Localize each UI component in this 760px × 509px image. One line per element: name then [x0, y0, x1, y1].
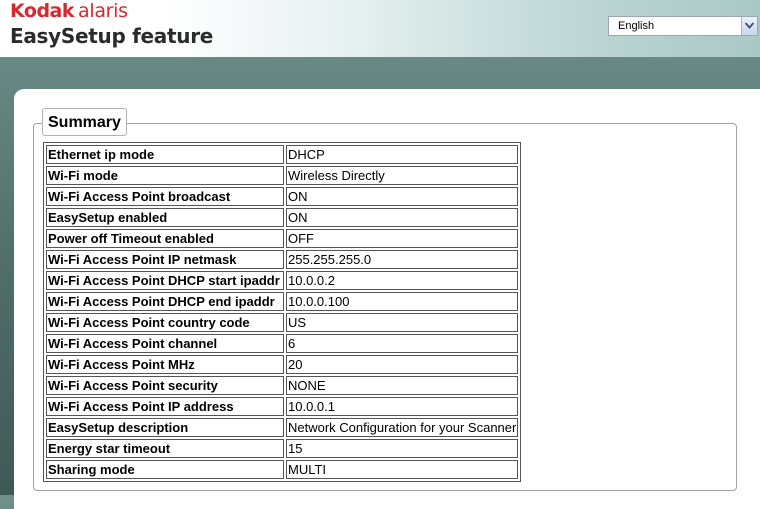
summary-key: Ethernet ip mode: [46, 145, 284, 164]
language-dropdown-button[interactable]: [741, 17, 757, 35]
summary-row: Sharing mode MULTI: [46, 460, 519, 479]
summary-value: NONE: [286, 376, 519, 395]
kodak-alaris-logo: Kodak alaris: [10, 2, 128, 21]
summary-key: Wi-Fi Access Point MHz: [46, 355, 284, 374]
summary-key: Wi-Fi mode: [46, 166, 284, 185]
logo-kodak-text: Kodak: [10, 0, 75, 22]
summary-value: ON: [286, 208, 519, 227]
summary-row: Wi-Fi Access Point DHCP start ipaddr 10.0…: [46, 271, 519, 290]
summary-row: Wi-Fi Access Point MHz 20: [46, 355, 519, 374]
summary-key: EasySetup enabled: [46, 208, 284, 227]
summary-row: Wi-Fi Access Point IP netmask 255.255.255…: [46, 250, 519, 269]
summary-row: Energy star timeout 15: [46, 439, 519, 458]
summary-key: Wi-Fi Access Point IP address: [46, 397, 284, 416]
summary-value: 255.255.255.0: [286, 250, 519, 269]
summary-value: 10.0.0.1: [286, 397, 519, 416]
summary-value: Wireless Directly: [286, 166, 519, 185]
language-selected-value: English: [618, 20, 655, 32]
chevron-down-icon: [745, 22, 754, 29]
header-bar: Kodak alaris EasySetup feature English: [0, 0, 760, 57]
summary-key: Wi-Fi Access Point security: [46, 376, 284, 395]
logo-alaris-text: alaris: [78, 0, 128, 22]
summary-key: Wi-Fi Access Point DHCP start ipaddr: [46, 271, 284, 290]
summary-table: Ethernet ip mode DHCP Wi-Fi mode Wireless D…: [43, 142, 522, 482]
summary-row: Ethernet ip mode DHCP: [46, 145, 519, 164]
summary-row: Power off Timeout enabled OFF: [46, 229, 519, 248]
summary-row: Wi-Fi Access Point security NONE: [46, 376, 519, 395]
summary-key: EasySetup description: [46, 418, 284, 437]
summary-legend: Summary: [42, 108, 127, 136]
app-title: EasySetup feature: [10, 24, 214, 48]
summary-row: Wi-Fi Access Point country code US: [46, 313, 519, 332]
summary-key: Power off Timeout enabled: [46, 229, 284, 248]
summary-key: Wi-Fi Access Point broadcast: [46, 187, 284, 206]
summary-value: Network Configuration for your Scanner: [286, 418, 519, 437]
summary-value: 20: [286, 355, 519, 374]
summary-key: Wi-Fi Access Point channel: [46, 334, 284, 353]
summary-row: Wi-Fi Access Point broadcast ON: [46, 187, 519, 206]
summary-value: 10.0.0.2: [286, 271, 519, 290]
summary-value: 15: [286, 439, 519, 458]
summary-row: Wi-Fi Access Point channel 6: [46, 334, 519, 353]
summary-row: EasySetup enabled ON: [46, 208, 519, 227]
summary-value: ON: [286, 187, 519, 206]
summary-row: Wi-Fi Access Point IP address 10.0.0.1: [46, 397, 519, 416]
summary-value: OFF: [286, 229, 519, 248]
summary-key: Wi-Fi Access Point country code: [46, 313, 284, 332]
summary-value: MULTI: [286, 460, 519, 479]
summary-value: DHCP: [286, 145, 519, 164]
summary-row: Wi-Fi Access Point DHCP end ipaddr 10.0.0…: [46, 292, 519, 311]
summary-row: EasySetup description Network Configurati…: [46, 418, 519, 437]
summary-row: Wi-Fi mode Wireless Directly: [46, 166, 519, 185]
summary-value: 10.0.0.100: [286, 292, 519, 311]
summary-key: Wi-Fi Access Point IP netmask: [46, 250, 284, 269]
summary-value: US: [286, 313, 519, 332]
summary-key: Sharing mode: [46, 460, 284, 479]
summary-key: Wi-Fi Access Point DHCP end ipaddr: [46, 292, 284, 311]
language-select[interactable]: English: [608, 16, 758, 36]
summary-key: Energy star timeout: [46, 439, 284, 458]
summary-value: 6: [286, 334, 519, 353]
